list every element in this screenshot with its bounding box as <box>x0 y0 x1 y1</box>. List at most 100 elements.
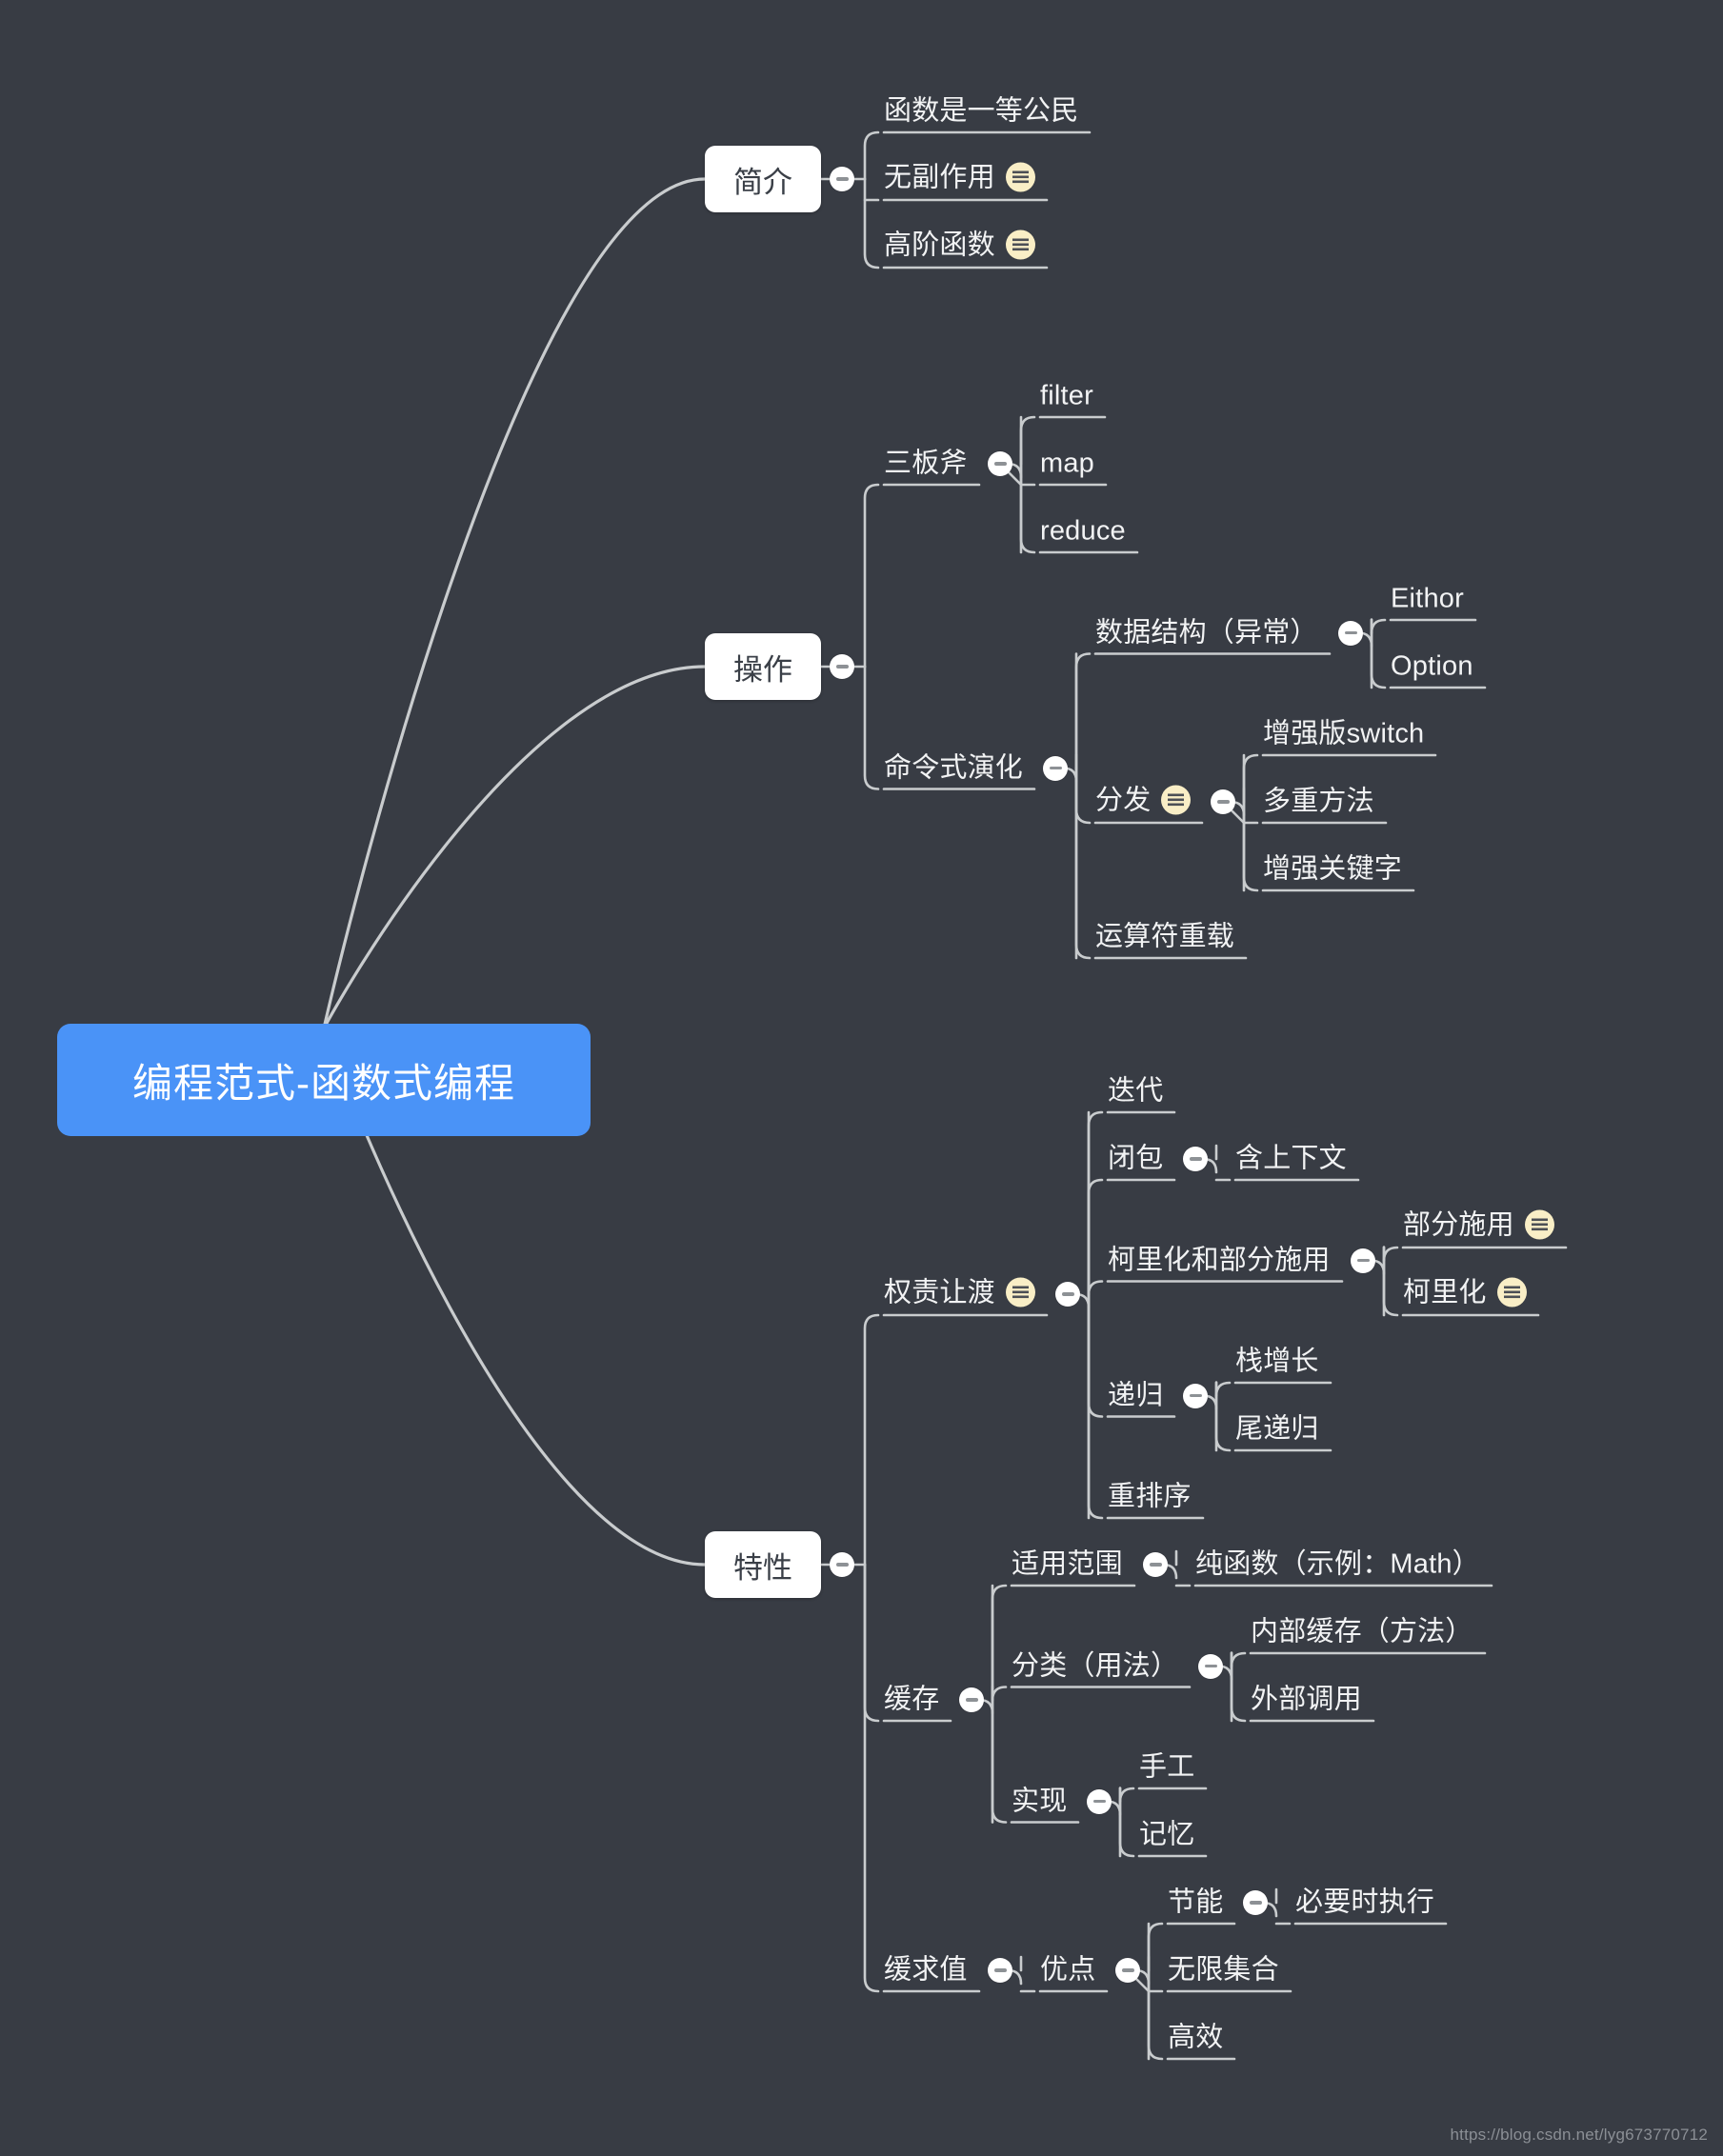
connector <box>322 177 707 1030</box>
mindmap-node-label: 优点 <box>1040 1954 1096 1986</box>
mindmap-node[interactable]: 含上下文 <box>1235 1145 1347 1173</box>
mindmap-node-label: 柯里化和部分施用 <box>1108 1245 1331 1275</box>
mindmap-node[interactable]: Option <box>1391 652 1473 681</box>
mindmap-node-label: 手工 <box>1139 1751 1195 1783</box>
note-icon[interactable] <box>1161 785 1192 815</box>
mindmap-node[interactable]: 无副作用 <box>884 162 1035 194</box>
connector <box>1242 800 1259 892</box>
note-icon[interactable] <box>1524 1209 1554 1240</box>
mindmap-node-label: 命令式演化 <box>884 752 1024 783</box>
mindmap-node[interactable]: 迭代 <box>1108 1077 1163 1106</box>
mindmap-node[interactable]: map <box>1040 449 1094 478</box>
mindmap-node[interactable]: 适用范围 <box>1012 1548 1123 1580</box>
connector <box>1019 462 1036 554</box>
mindmap-node-label: 必要时执行 <box>1295 1886 1435 1918</box>
mindmap-node[interactable]: 运算符重载 <box>1095 923 1234 951</box>
branch-node-label: 操作 <box>733 652 792 687</box>
collapse-toggle-icon[interactable] <box>1198 1653 1223 1679</box>
mindmap-node[interactable]: 手工 <box>1139 1751 1195 1783</box>
mindmap-node[interactable]: 增强关键字 <box>1263 853 1403 885</box>
mindmap-node[interactable]: 节能 <box>1168 1888 1223 1917</box>
connector <box>863 130 880 181</box>
collapse-toggle-icon[interactable] <box>1055 1282 1080 1307</box>
mindmap-node[interactable]: 增强版switch <box>1263 720 1424 749</box>
collapse-toggle-icon[interactable] <box>830 1552 854 1577</box>
collapse-toggle-icon[interactable] <box>1211 789 1235 814</box>
mindmap-node[interactable]: 三板斧 <box>884 449 968 478</box>
mindmap-node[interactable]: 权责让渡 <box>884 1277 1035 1309</box>
connector <box>863 1313 880 1567</box>
mindmap-node[interactable]: 高效 <box>1168 2022 1224 2053</box>
branch-node-label: 特性 <box>733 1550 792 1585</box>
collapse-toggle-icon[interactable] <box>1351 1248 1375 1273</box>
mindmap-node[interactable]: 递归 <box>1108 1382 1163 1409</box>
mindmap-node[interactable]: 闭包 <box>1108 1143 1164 1174</box>
mindmap-node[interactable]: 实现 <box>1012 1787 1067 1815</box>
connector <box>863 665 880 790</box>
mindmap-node[interactable]: 命令式演化 <box>884 754 1023 782</box>
note-icon[interactable] <box>1005 230 1035 260</box>
branch-node-0[interactable]: 简介 <box>705 146 821 212</box>
mindmap-node[interactable]: filter <box>1040 382 1093 410</box>
mindmap-node[interactable]: 缓求值 <box>884 1956 968 1985</box>
mindmap-node[interactable]: 纯函数（示例：Math） <box>1195 1550 1480 1579</box>
mindmap-node[interactable]: 高阶函数 <box>884 230 1035 262</box>
connector <box>863 483 880 669</box>
mindmap-node[interactable]: 尾递归 <box>1235 1415 1319 1444</box>
collapse-toggle-icon[interactable] <box>1143 1552 1168 1577</box>
mindmap-node-label: 闭包 <box>1108 1143 1164 1174</box>
collapse-toggle-icon[interactable] <box>1183 1383 1208 1408</box>
collapse-toggle-icon[interactable] <box>830 167 854 191</box>
mindmap-node[interactable]: 部分施用 <box>1403 1209 1554 1242</box>
collapse-toggle-icon[interactable] <box>1115 1958 1140 1983</box>
mindmap-node-label: 增强关键字 <box>1263 853 1403 885</box>
mindmap-node[interactable]: 多重方法 <box>1263 788 1374 816</box>
mindmap-node-label: 内部缓存（方法） <box>1251 1616 1473 1647</box>
mindmap-node-label: 高效 <box>1168 2022 1224 2053</box>
mindmap-node-label: 权责让渡 <box>884 1277 995 1308</box>
collapse-toggle-icon[interactable] <box>1243 1890 1268 1915</box>
connector <box>991 1698 1008 1824</box>
note-icon[interactable] <box>1005 162 1035 192</box>
mindmap-node[interactable]: 分类（用法） <box>1012 1652 1178 1680</box>
note-icon[interactable] <box>1005 1277 1035 1308</box>
branch-node-1[interactable]: 操作 <box>705 633 821 700</box>
mindmap-node[interactable]: 内部缓存（方法） <box>1251 1616 1473 1647</box>
mindmap-node[interactable]: 柯里化 <box>1403 1277 1527 1309</box>
collapse-toggle-icon[interactable] <box>1043 755 1068 781</box>
mindmap-node-label: 函数是一等公民 <box>884 95 1079 127</box>
collapse-toggle-icon[interactable] <box>1183 1147 1208 1171</box>
branch-node-2[interactable]: 特性 <box>705 1531 821 1598</box>
mindmap-node[interactable]: 分发 <box>1095 785 1192 817</box>
mindmap-node[interactable]: 优点 <box>1040 1954 1096 1986</box>
mindmap-node[interactable]: 外部调用 <box>1251 1686 1362 1714</box>
mindmap-node[interactable]: reduce <box>1040 517 1126 546</box>
collapse-toggle-icon[interactable] <box>1338 620 1363 646</box>
root-node-label: 编程范式-函数式编程 <box>132 1060 515 1106</box>
mindmap-node-label: 分类（用法） <box>1012 1650 1179 1681</box>
collapse-toggle-icon[interactable] <box>1087 1788 1112 1814</box>
connector <box>1087 1110 1104 1296</box>
collapse-toggle-icon[interactable] <box>988 1958 1012 1983</box>
connector <box>991 1584 1008 1702</box>
root-node[interactable]: 编程范式-函数式编程 <box>57 1024 591 1136</box>
mindmap-node[interactable]: Eithor <box>1391 585 1464 613</box>
mindmap-node[interactable]: 栈增长 <box>1235 1348 1319 1376</box>
watermark: https://blog.csdn.net/lyg673770712 <box>1450 2126 1708 2144</box>
mindmap-node[interactable]: 数据结构（异常） <box>1095 619 1318 647</box>
connector <box>1214 1381 1232 1397</box>
mindmap-node[interactable]: 函数是一等公民 <box>884 95 1079 127</box>
mindmap-node[interactable]: 柯里化和部分施用 <box>1108 1247 1331 1274</box>
mindmap-node[interactable]: 缓存 <box>884 1686 939 1714</box>
mindmap-node[interactable]: 记忆 <box>1139 1821 1194 1849</box>
mindmap-node[interactable]: 必要时执行 <box>1295 1886 1435 1918</box>
mindmap-node[interactable]: 无限集合 <box>1168 1956 1279 1985</box>
note-icon[interactable] <box>1496 1277 1527 1308</box>
collapse-toggle-icon[interactable] <box>830 654 854 679</box>
collapse-toggle-icon[interactable] <box>959 1687 984 1712</box>
mindmap-node-label: 适用范围 <box>1012 1548 1123 1580</box>
mindmap-node-label: 无副作用 <box>884 162 995 193</box>
collapse-toggle-icon[interactable] <box>988 451 1012 476</box>
mindmap-node[interactable]: 重排序 <box>1108 1483 1192 1511</box>
connector <box>1074 767 1092 960</box>
